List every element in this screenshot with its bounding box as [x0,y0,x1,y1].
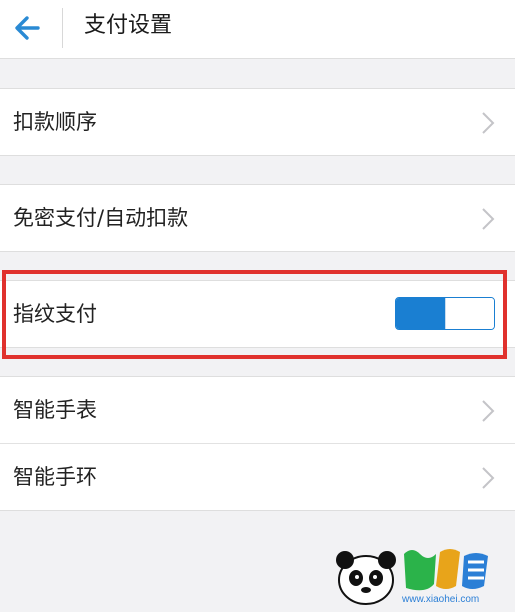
back-button[interactable] [8,8,48,48]
row-smart-watch[interactable]: 智能手表 [0,377,515,443]
row-label: 指纹支付 [13,302,97,326]
chevron-right-icon [482,112,495,134]
watermark-url: www.xiaohei.com [401,594,479,605]
header-divider [62,8,63,48]
row-label: 扣款顺序 [13,110,97,134]
section-password-free: 免密支付/自动扣款 [0,184,515,252]
panda-logo: www.xiaohei.com [336,549,488,605]
row-password-free-payment[interactable]: 免密支付/自动扣款 [0,185,515,251]
chevron-right-icon [482,208,495,230]
arrow-left-icon [15,16,40,40]
chevron-right-icon [482,467,495,489]
fingerprint-toggle[interactable] [395,297,495,330]
row-deduction-order[interactable]: 扣款顺序 [0,89,515,155]
section-deduction-order: 扣款顺序 [0,88,515,156]
row-label: 智能手环 [13,465,97,489]
toggle-fill [396,298,445,329]
chevron-right-icon [482,400,495,422]
section-wearables: 智能手表 智能手环 [0,376,515,511]
toggle-track [395,297,495,330]
top-bar: 支付设置 [0,0,515,59]
row-smart-band[interactable]: 智能手环 [0,443,515,510]
row-label: 免密支付/自动扣款 [13,206,189,230]
watermark-logo: www.xiaohei.com [318,540,513,608]
page-title: 支付设置 [84,13,173,38]
toggle-knob [445,298,494,329]
row-label: 智能手表 [13,398,97,422]
